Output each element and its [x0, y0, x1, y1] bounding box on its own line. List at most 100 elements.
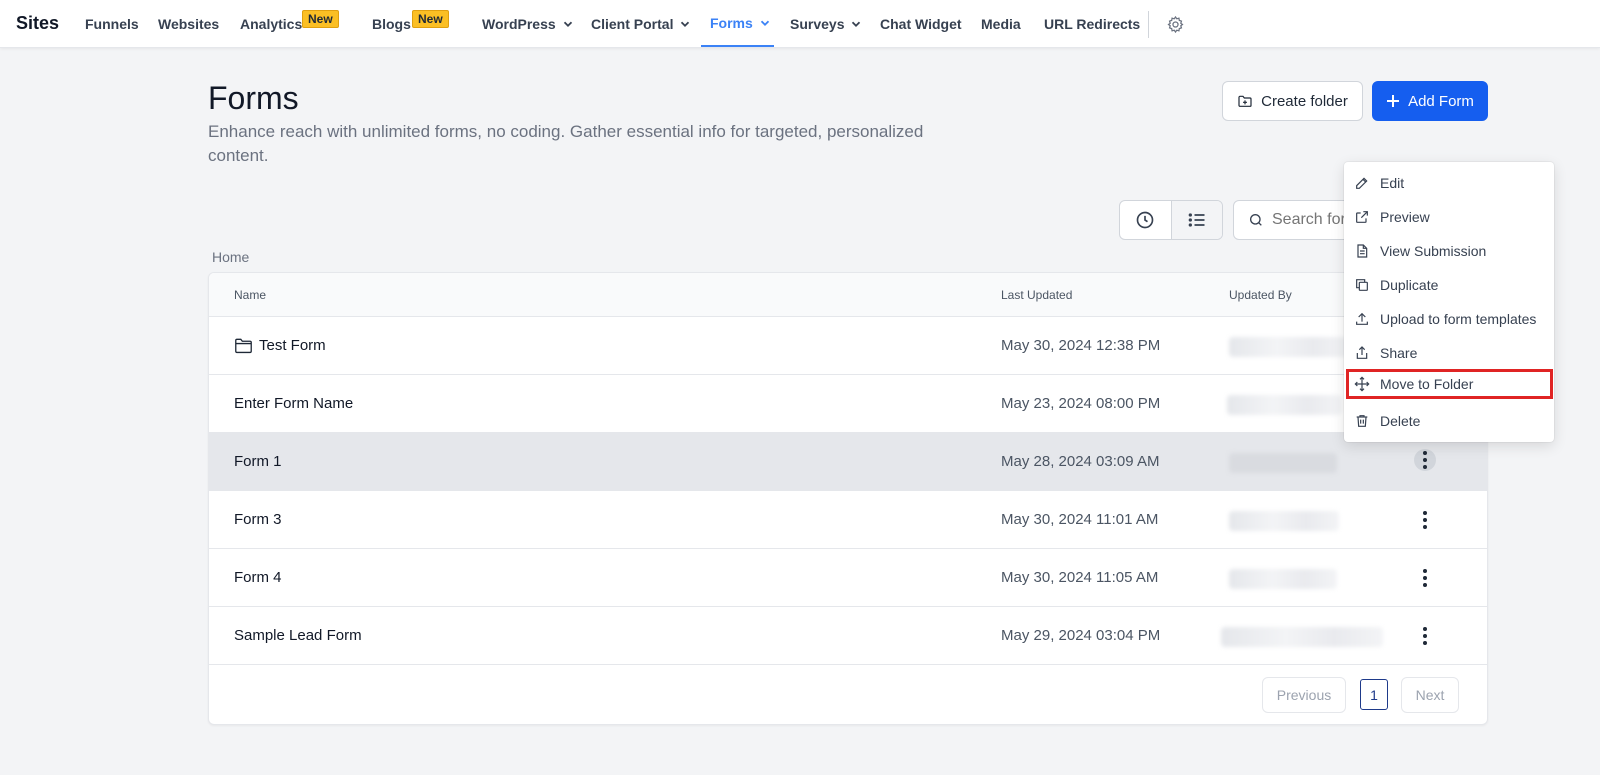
- nav-label: Funnels: [85, 16, 139, 32]
- plus-icon: [1387, 95, 1400, 107]
- row-name-cell[interactable]: Enter Form Name: [234, 395, 353, 412]
- row-last-updated: May 28, 2024 03:09 AM: [1001, 453, 1160, 470]
- column-header-updated-by[interactable]: Updated By: [1229, 288, 1292, 302]
- recent-view-button[interactable]: [1120, 201, 1171, 239]
- row-name: Enter Form Name: [234, 395, 354, 412]
- row-last-updated: May 30, 2024 12:38 PM: [1001, 337, 1161, 354]
- table-row[interactable]: Form 3 May 30, 2024 11:01 AM: [209, 491, 1487, 549]
- top-nav: Sites Funnels Websites Analytics New Blo…: [0, 0, 1600, 48]
- row-name: Form 1: [234, 453, 282, 470]
- menu-item-preview[interactable]: Preview: [1344, 202, 1554, 232]
- forms-table: Name Last Updated Updated By Test Form M…: [208, 272, 1488, 725]
- row-actions-kebab-icon[interactable]: [1414, 449, 1436, 471]
- redacted-updated-by: [1229, 337, 1349, 357]
- row-last-updated: May 29, 2024 03:04 PM: [1001, 627, 1161, 644]
- menu-item-delete[interactable]: Delete: [1344, 406, 1554, 436]
- nav-label: Forms: [710, 15, 753, 31]
- column-header-last-updated[interactable]: Last Updated: [1001, 288, 1072, 302]
- row-name-cell[interactable]: Sample Lead Form: [234, 627, 362, 644]
- row-name-cell[interactable]: Form 4: [234, 569, 282, 586]
- create-folder-button[interactable]: Create folder: [1222, 81, 1363, 121]
- add-form-button[interactable]: Add Form: [1372, 81, 1488, 121]
- row-last-updated: May 23, 2024 08:00 PM: [1001, 395, 1161, 412]
- next-page-button[interactable]: Next: [1401, 677, 1459, 713]
- folder-icon: [235, 338, 252, 354]
- nav-item-url-redirects[interactable]: URL Redirects: [1044, 16, 1140, 32]
- table-header: Name Last Updated Updated By: [209, 273, 1487, 317]
- new-badge: New: [302, 10, 339, 28]
- menu-item-edit[interactable]: Edit: [1344, 168, 1554, 198]
- list-view-button[interactable]: [1170, 201, 1222, 239]
- upload-icon: [1356, 312, 1368, 325]
- row-name: Form 4: [234, 569, 282, 586]
- table-row[interactable]: Sample Lead Form May 29, 2024 03:04 PM: [209, 607, 1487, 665]
- redacted-updated-by: [1229, 453, 1337, 473]
- menu-item-label: View Submission: [1380, 243, 1487, 259]
- row-actions-kebab-icon[interactable]: [1415, 566, 1435, 590]
- menu-item-move-to-folder[interactable]: Move to Folder: [1346, 369, 1553, 399]
- table-row[interactable]: Enter Form Name May 23, 2024 08:00 PM: [209, 375, 1487, 433]
- menu-item-share[interactable]: Share: [1344, 338, 1554, 368]
- nav-item-blogs[interactable]: Blogs: [372, 16, 411, 32]
- breadcrumb[interactable]: Home: [212, 249, 249, 265]
- redacted-updated-by: [1229, 569, 1337, 589]
- share-icon: [1356, 346, 1368, 359]
- nav-label: WordPress: [482, 16, 556, 32]
- previous-page-button[interactable]: Previous: [1262, 677, 1346, 713]
- table-row[interactable]: Form 1 May 28, 2024 03:09 AM: [209, 433, 1487, 491]
- nav-item-chat-widget[interactable]: Chat Widget: [880, 16, 962, 32]
- row-actions-menu: Edit Preview View Submission Duplicate U…: [1344, 162, 1554, 442]
- row-name-cell[interactable]: Form 3: [234, 511, 282, 528]
- chevron-down-icon: [681, 21, 690, 27]
- nav-item-analytics[interactable]: Analytics: [240, 16, 302, 32]
- chevron-down-icon: [852, 21, 861, 27]
- redacted-updated-by: [1229, 511, 1339, 531]
- menu-item-label: Delete: [1380, 413, 1421, 429]
- brand-title: Sites: [16, 13, 60, 33]
- menu-item-label: Move to Folder: [1380, 376, 1474, 392]
- menu-item-label: Duplicate: [1380, 277, 1439, 293]
- nav-label: Websites: [158, 16, 220, 32]
- chevron-down-icon: [563, 21, 572, 27]
- gear-icon[interactable]: [1166, 15, 1185, 34]
- menu-item-label: Upload to form templates: [1380, 311, 1537, 327]
- row-name: Test Form: [259, 337, 326, 354]
- redacted-updated-by: [1221, 627, 1383, 647]
- nav-item-surveys[interactable]: Surveys: [790, 16, 861, 32]
- nav-item-funnels[interactable]: Funnels: [85, 16, 139, 32]
- folder-plus-icon: [1238, 95, 1252, 107]
- row-actions-kebab-icon[interactable]: [1415, 508, 1435, 532]
- active-tab-indicator: [701, 45, 774, 47]
- row-name: Form 3: [234, 511, 282, 528]
- new-badge: New: [412, 10, 449, 28]
- menu-item-duplicate[interactable]: Duplicate: [1344, 270, 1554, 300]
- nav-divider: [1148, 11, 1149, 38]
- document-icon: [1357, 244, 1368, 258]
- nav-item-client-portal[interactable]: Client Portal: [591, 16, 690, 32]
- column-header-name[interactable]: Name: [234, 288, 266, 302]
- nav-label: Media: [981, 16, 1021, 32]
- chevron-down-icon: [760, 20, 769, 26]
- search-icon: [1250, 214, 1262, 226]
- row-actions-kebab-icon[interactable]: [1415, 624, 1435, 648]
- nav-item-websites[interactable]: Websites: [158, 16, 219, 32]
- nav-item-wordpress[interactable]: WordPress: [482, 16, 573, 32]
- page-description: Enhance reach with unlimited forms, no c…: [208, 122, 924, 165]
- nav-item-media[interactable]: Media: [981, 16, 1021, 32]
- row-last-updated: May 30, 2024 11:01 AM: [1001, 511, 1159, 528]
- copy-icon: [1356, 279, 1368, 291]
- list-icon: [1188, 213, 1205, 227]
- row-name-cell[interactable]: Form 1: [234, 453, 282, 470]
- pencil-icon: [1356, 177, 1368, 189]
- menu-item-upload-to-form-templates[interactable]: Upload to form templates: [1344, 304, 1554, 334]
- menu-item-view-submission[interactable]: View Submission: [1344, 236, 1554, 266]
- table-row[interactable]: Test Form May 30, 2024 12:38 PM: [209, 317, 1487, 375]
- clock-icon: [1137, 211, 1154, 229]
- row-last-updated: May 30, 2024 11:05 AM: [1001, 569, 1159, 586]
- page-number-button[interactable]: 1: [1360, 679, 1388, 710]
- nav-label: URL Redirects: [1044, 16, 1141, 32]
- nav-item-forms[interactable]: Forms: [710, 15, 770, 31]
- table-row[interactable]: Form 4 May 30, 2024 11:05 AM: [209, 549, 1487, 607]
- menu-item-label: Preview: [1380, 209, 1430, 225]
- row-name-cell[interactable]: Test Form: [234, 337, 326, 354]
